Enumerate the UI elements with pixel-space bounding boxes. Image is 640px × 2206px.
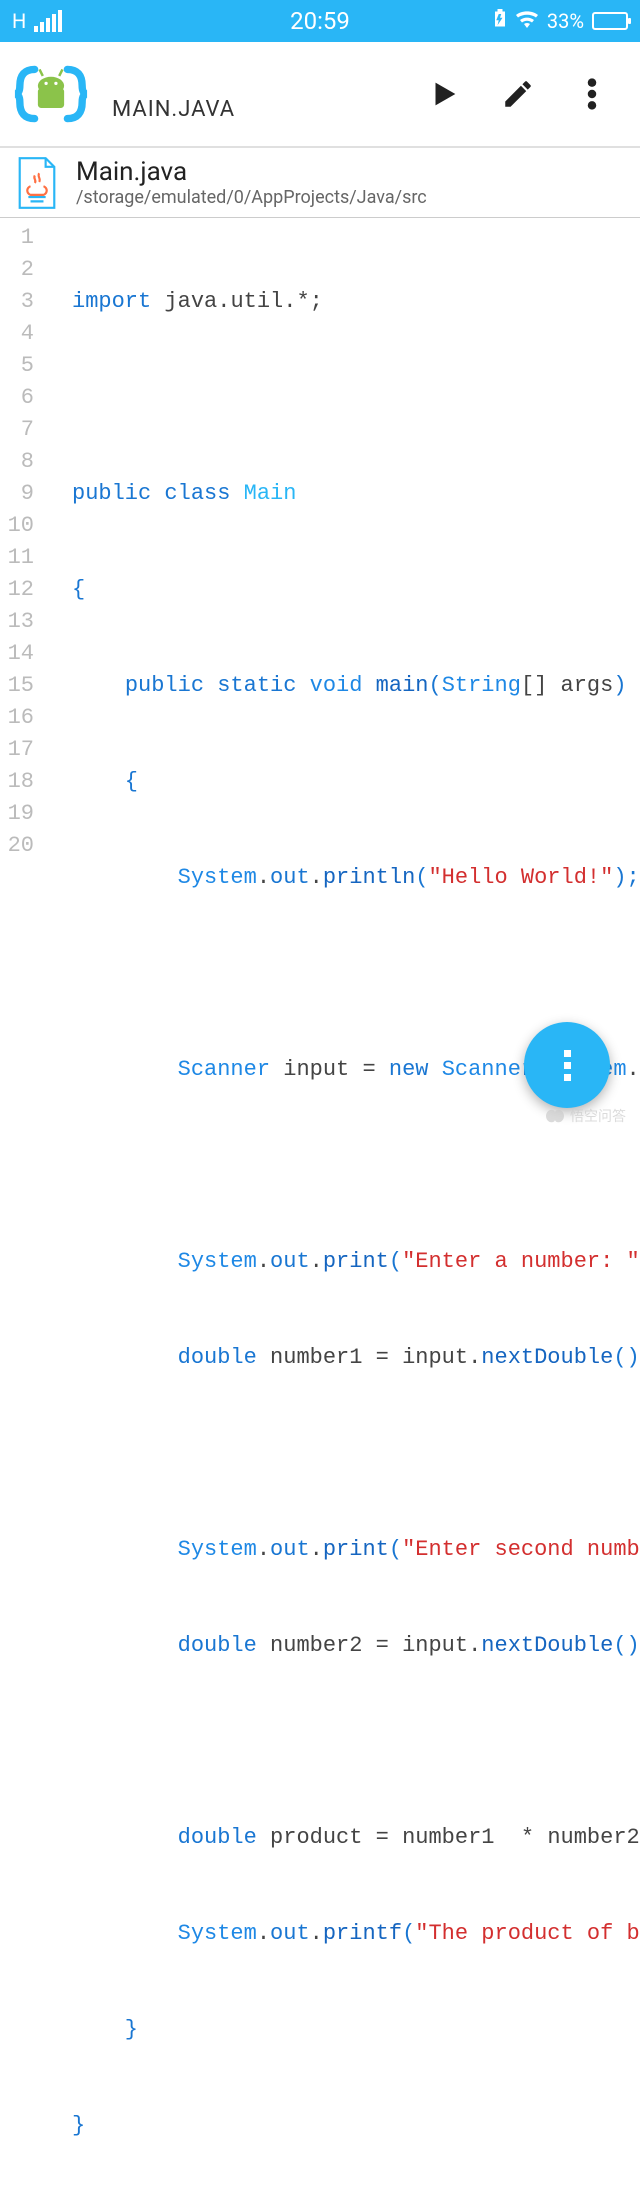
file-path: /storage/emulated/0/AppProjects/Java/src <box>76 187 427 208</box>
app-title: MAIN.JAVA <box>94 67 420 122</box>
edit-button[interactable] <box>494 70 542 118</box>
line-gutter: 12345 678910 1112131415 1617181920 <box>0 222 42 2206</box>
code-line: } <box>72 2014 640 2046</box>
charging-icon <box>493 9 507 34</box>
code-line: double product = number1 * number2; <box>72 1822 640 1854</box>
code-line: System.out.printf("The product of both n… <box>72 1918 640 1950</box>
code-line: double number2 = input.nextDouble(); <box>72 1630 640 1662</box>
code-line: public class Main <box>72 478 640 510</box>
wifi-icon <box>515 9 539 33</box>
toolbar: MAIN.JAVA <box>0 42 640 148</box>
status-left: H <box>12 9 62 33</box>
java-file-icon <box>12 158 62 208</box>
clock: 20:59 <box>290 7 350 35</box>
more-button[interactable] <box>568 70 616 118</box>
code-line: System.out.print("Enter second number: "… <box>72 1534 640 1566</box>
code-line: { <box>72 574 640 606</box>
code-line: public static void main(String[] args) <box>72 670 640 702</box>
code-content[interactable]: import java.util.*; public class Main { … <box>42 222 640 2206</box>
code-line: import java.util.*; <box>72 286 640 318</box>
code-line: System.out.print("Enter a number: "); <box>72 1246 640 1278</box>
battery-icon <box>592 12 628 30</box>
file-name: Main.java <box>76 157 427 187</box>
battery-pct: 33% <box>547 9 584 33</box>
network-type: H <box>12 9 26 33</box>
status-bar: H 20:59 33% <box>0 0 640 42</box>
fab-more-button[interactable] <box>524 1022 610 1108</box>
status-right: 33% <box>493 9 628 34</box>
file-header[interactable]: Main.java /storage/emulated/0/AppProject… <box>0 148 640 218</box>
app-logo[interactable] <box>8 51 94 137</box>
code-line: } <box>72 2110 640 2142</box>
code-line: System.out.println("Hello World!"); <box>72 862 640 894</box>
more-vert-icon <box>564 1050 571 1081</box>
code-line: { <box>72 766 640 798</box>
run-button[interactable] <box>420 70 468 118</box>
signal-icon <box>34 10 62 32</box>
code-editor[interactable]: 12345 678910 1112131415 1617181920 impor… <box>0 218 640 2206</box>
code-line: double number1 = input.nextDouble(); <box>72 1342 640 1374</box>
watermark: 悟空问答 <box>546 1106 626 1126</box>
